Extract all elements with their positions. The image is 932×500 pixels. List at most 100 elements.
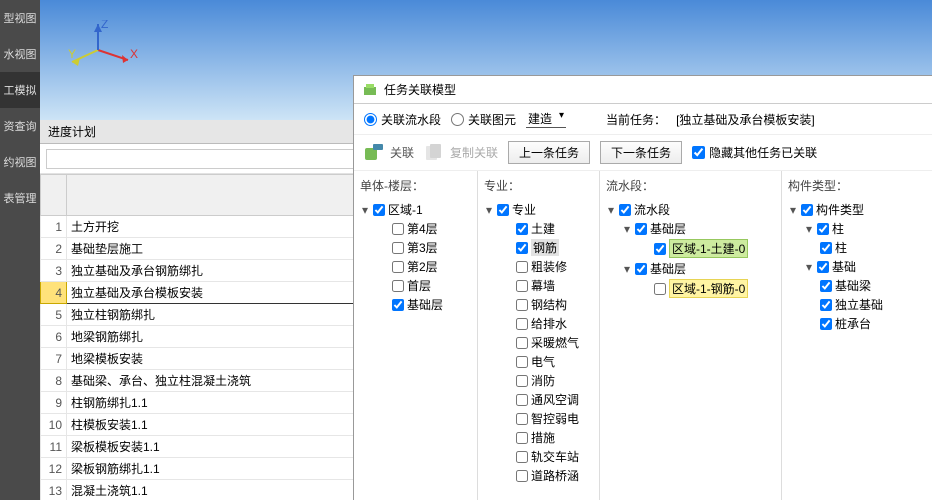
copy-link-button[interactable]: 复制关联	[424, 143, 498, 163]
nav-item-4[interactable]: 约视图	[0, 144, 40, 180]
tree-caret-icon[interactable]: ▾	[804, 222, 814, 236]
tree-node[interactable]: 措施	[484, 428, 593, 447]
tree-checkbox[interactable]	[516, 394, 528, 406]
tree-checkbox[interactable]	[516, 432, 528, 444]
tree-node[interactable]: 幕墙	[484, 276, 593, 295]
tree-node[interactable]: 桩承台	[788, 314, 926, 333]
tree-node[interactable]: ▾基础层	[606, 259, 775, 278]
tree-building-floor[interactable]: 单体-楼层： ▾区域-1第4层第3层第2层首层基础层	[354, 171, 478, 500]
tree-checkbox[interactable]	[516, 337, 528, 349]
tree-caret-icon[interactable]: ▾	[622, 222, 632, 236]
svg-text:Z: Z	[101, 20, 108, 31]
tree-node[interactable]: 给排水	[484, 314, 593, 333]
tree-component-type[interactable]: 构件类型： ▾构件类型▾柱柱▾基础基础梁独立基础桩承台	[782, 171, 932, 500]
tree-checkbox[interactable]	[820, 280, 832, 292]
link-icon	[364, 143, 386, 163]
tree-node[interactable]: 钢结构	[484, 295, 593, 314]
tree-node[interactable]: 采暖燃气	[484, 333, 593, 352]
tree-caret-icon[interactable]: ▾	[484, 203, 494, 217]
tree-node[interactable]: ▾基础层	[606, 219, 775, 238]
tree-node[interactable]: 第4层	[360, 219, 471, 238]
tree-node[interactable]: 第3层	[360, 238, 471, 257]
tree-node[interactable]: 独立基础	[788, 295, 926, 314]
tree-caret-icon[interactable]: ▾	[788, 203, 798, 217]
tree-node[interactable]: 粗装修	[484, 257, 593, 276]
tree-node[interactable]: 道路桥涵	[484, 466, 593, 485]
tree-discipline[interactable]: 专业： ▾专业土建钢筋粗装修幕墙钢结构给排水采暖燃气电气消防通风空调智控弱电措施…	[478, 171, 600, 500]
tree-node[interactable]: ▾专业	[484, 200, 593, 219]
tree-caret-icon[interactable]: ▾	[360, 203, 370, 217]
nav-item-1[interactable]: 水视图	[0, 36, 40, 72]
current-task-label: 当前任务：	[606, 111, 666, 128]
tree-header-component: 构件类型：	[788, 175, 926, 200]
tree-checkbox[interactable]	[392, 223, 404, 235]
tree-checkbox[interactable]	[516, 356, 528, 368]
tree-checkbox[interactable]	[392, 242, 404, 254]
link-button[interactable]: 关联	[364, 143, 414, 163]
prev-task-button[interactable]: 上一条任务	[508, 141, 590, 164]
tree-checkbox[interactable]	[497, 204, 509, 216]
tree-flowseg[interactable]: 流水段： ▾流水段▾基础层区域-1-土建-0▾基础层区域-1-钢筋-0	[600, 171, 782, 500]
tree-checkbox[interactable]	[516, 318, 528, 330]
tree-checkbox[interactable]	[820, 299, 832, 311]
tree-node[interactable]: 基础层	[360, 295, 471, 314]
tree-node[interactable]: ▾构件类型	[788, 200, 926, 219]
left-nav: 型视图水视图工模拟资查询约视图表管理	[0, 0, 40, 500]
tree-node[interactable]: 区域-1-钢筋-0	[606, 278, 775, 299]
tree-checkbox[interactable]	[635, 263, 647, 275]
tree-checkbox[interactable]	[817, 261, 829, 273]
tree-checkbox[interactable]	[373, 204, 385, 216]
tree-node[interactable]: 轨交车站	[484, 447, 593, 466]
svg-text:X: X	[130, 47, 138, 61]
tree-node[interactable]: 钢筋	[484, 238, 593, 257]
tree-checkbox[interactable]	[392, 261, 404, 273]
tree-checkbox[interactable]	[516, 242, 528, 254]
tree-node[interactable]: ▾区域-1	[360, 200, 471, 219]
tree-node[interactable]: 第2层	[360, 257, 471, 276]
radio-link-element[interactable]: 关联图元	[451, 111, 516, 128]
mode-select[interactable]: 建造	[526, 110, 566, 128]
tree-caret-icon[interactable]: ▾	[606, 203, 616, 217]
tree-checkbox[interactable]	[516, 375, 528, 387]
tree-checkbox[interactable]	[619, 204, 631, 216]
tree-checkbox[interactable]	[817, 223, 829, 235]
tree-node[interactable]: ▾流水段	[606, 200, 775, 219]
dialog-titlebar[interactable]: 任务关联模型	[354, 76, 932, 104]
tree-caret-icon[interactable]: ▾	[622, 262, 632, 276]
radio-link-flowseg[interactable]: 关联流水段	[364, 111, 441, 128]
nav-item-3[interactable]: 资查询	[0, 108, 40, 144]
tree-checkbox[interactable]	[801, 204, 813, 216]
tree-checkbox[interactable]	[516, 451, 528, 463]
tree-node[interactable]: ▾柱	[788, 219, 926, 238]
tree-checkbox[interactable]	[516, 413, 528, 425]
tree-node[interactable]: 消防	[484, 371, 593, 390]
tree-node[interactable]: 电气	[484, 352, 593, 371]
tree-checkbox[interactable]	[516, 280, 528, 292]
tree-checkbox[interactable]	[654, 243, 666, 255]
tree-node[interactable]: 首层	[360, 276, 471, 295]
tree-checkbox[interactable]	[516, 261, 528, 273]
axis-gizmo-icon: X Y Z	[68, 20, 138, 70]
hide-linked-checkbox[interactable]: 隐藏其他任务已关联	[692, 144, 817, 161]
tree-checkbox[interactable]	[392, 280, 404, 292]
next-task-button[interactable]: 下一条任务	[600, 141, 682, 164]
tree-node[interactable]: 柱	[788, 238, 926, 257]
tree-node[interactable]: 区域-1-土建-0	[606, 238, 775, 259]
nav-item-5[interactable]: 表管理	[0, 180, 40, 216]
nav-item-2[interactable]: 工模拟	[0, 72, 40, 108]
tree-node[interactable]: 基础梁	[788, 276, 926, 295]
tree-checkbox[interactable]	[516, 299, 528, 311]
tree-caret-icon[interactable]: ▾	[804, 260, 814, 274]
tree-checkbox[interactable]	[392, 299, 404, 311]
tree-checkbox[interactable]	[516, 470, 528, 482]
tree-checkbox[interactable]	[820, 318, 832, 330]
tree-checkbox[interactable]	[820, 242, 832, 254]
tree-node[interactable]: 智控弱电	[484, 409, 593, 428]
tree-checkbox[interactable]	[635, 223, 647, 235]
tree-checkbox[interactable]	[654, 283, 666, 295]
tree-node[interactable]: 通风空调	[484, 390, 593, 409]
tree-node[interactable]: ▾基础	[788, 257, 926, 276]
tree-checkbox[interactable]	[516, 223, 528, 235]
tree-node[interactable]: 土建	[484, 219, 593, 238]
nav-item-0[interactable]: 型视图	[0, 0, 40, 36]
